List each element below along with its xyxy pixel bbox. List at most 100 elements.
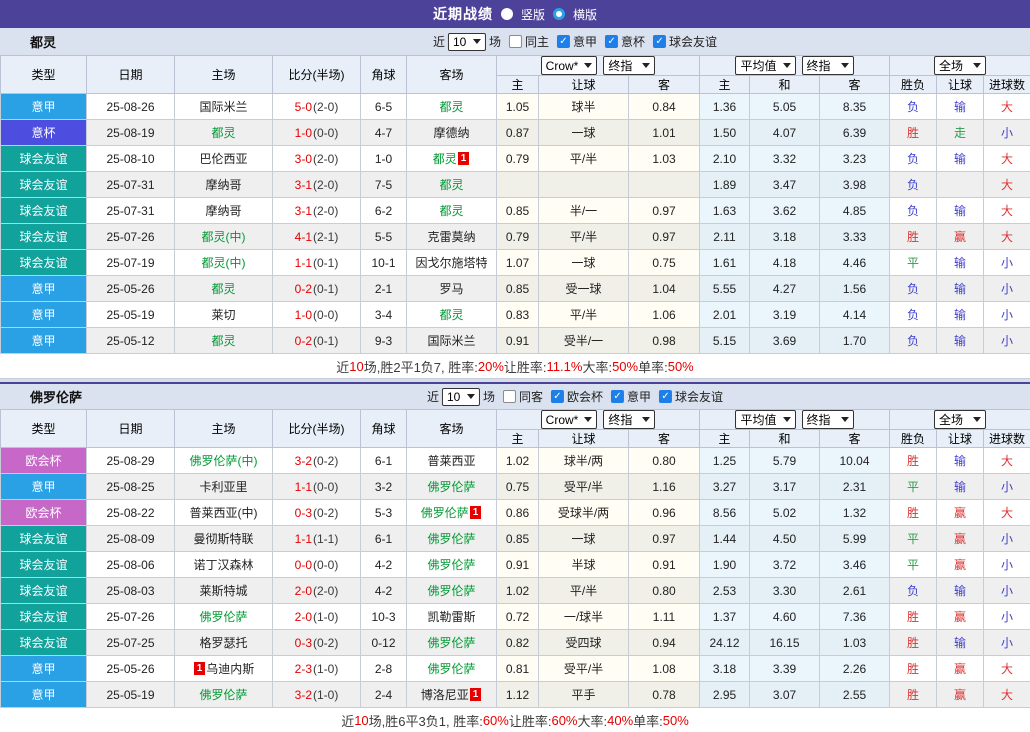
result-outcome: 胜	[890, 448, 937, 474]
away-team: 佛罗伦萨	[407, 526, 497, 552]
bookmaker-select[interactable]: Crow*	[541, 410, 598, 429]
league-filter-checkbox[interactable]	[659, 390, 672, 403]
avg-home-odds: 3.27	[700, 474, 750, 500]
league-filter-label[interactable]: 欧会杯	[567, 388, 603, 405]
fulltime-score: 3-2	[295, 454, 312, 468]
team-name-text: 佛罗伦萨	[427, 478, 475, 495]
match-score: 1-1(1-1)	[273, 526, 361, 552]
corner-score: 4-2	[361, 578, 407, 604]
league-filter-checkbox[interactable]	[605, 35, 618, 48]
layout-radio-vertical-label[interactable]: 竖版	[521, 6, 545, 23]
avg-home-odds: 8.56	[700, 500, 750, 526]
league-filter-checkbox[interactable]	[551, 390, 564, 403]
avg-home-odds: 2.53	[700, 578, 750, 604]
team-name-text: 因戈尔施塔特	[415, 254, 487, 271]
chevron-down-icon	[473, 39, 481, 44]
league-filter-checkbox[interactable]	[557, 35, 570, 48]
league-filter-label[interactable]: 球会友谊	[675, 388, 723, 405]
fulltime-score: 1-0	[295, 126, 312, 140]
match-score: 5-0(2-0)	[273, 94, 361, 120]
league-filter-label[interactable]: 意甲	[573, 33, 597, 50]
home-team: 都灵	[175, 120, 273, 146]
same-venue-checkbox[interactable]	[503, 390, 516, 403]
handicap-home-odds: 0.85	[497, 198, 539, 224]
layout-radio-horizontal-label[interactable]: 横版	[573, 6, 597, 23]
team-name-text: 都灵(中)	[202, 228, 246, 245]
same-venue-label[interactable]: 同客	[519, 388, 543, 405]
average-select[interactable]: 平均值	[735, 56, 795, 75]
avg-home-odds: 5.55	[700, 276, 750, 302]
final-odds-select[interactable]: 终指	[603, 56, 655, 75]
result-handicap: 输	[937, 250, 984, 276]
recent-count-select[interactable]: 10	[448, 33, 486, 51]
league-filter-label[interactable]: 意甲	[627, 388, 651, 405]
handicap-away-odds	[629, 172, 700, 198]
league-type-badge: 意甲	[1, 656, 87, 682]
league-filter-label[interactable]: 意杯	[621, 33, 645, 50]
avg-away-odds: 3.23	[820, 146, 890, 172]
col-header-handicap-res: 让球	[937, 430, 984, 448]
team-name-text: 普莱西亚(中)	[190, 504, 258, 521]
avg-draw-odds: 4.18	[750, 250, 820, 276]
stats-label: 场,胜2平1负7, 胜率:	[364, 357, 478, 376]
avg-draw-odds: 3.17	[750, 474, 820, 500]
result-goals: 大	[984, 448, 1030, 474]
handicap-away-odds: 0.75	[629, 250, 700, 276]
league-filter-checkbox[interactable]	[653, 35, 666, 48]
bookmaker-odds-group: Crow* 终指	[497, 410, 700, 430]
result-outcome: 负	[890, 302, 937, 328]
fulltime-select[interactable]: 全场	[934, 410, 986, 429]
stats-label: 场,胜6平3负1, 胜率:	[369, 711, 483, 730]
handicap-home-odds: 1.05	[497, 94, 539, 120]
layout-radio-horizontal[interactable]	[553, 8, 565, 20]
halftime-score: (2-0)	[313, 178, 338, 192]
away-team: 普莱西亚	[407, 448, 497, 474]
match-date: 25-07-26	[87, 224, 175, 250]
result-outcome: 平	[890, 250, 937, 276]
final-odds-select-2[interactable]: 终指	[802, 56, 854, 75]
match-date: 25-08-19	[87, 120, 175, 146]
fulltime-score: 0-2	[295, 282, 312, 296]
result-handicap: 赢	[937, 682, 984, 708]
home-team: 摩纳哥	[175, 172, 273, 198]
same-venue-checkbox[interactable]	[509, 35, 522, 48]
league-type-badge: 球会友谊	[1, 630, 87, 656]
result-handicap: 输	[937, 448, 984, 474]
result-goals: 小	[984, 552, 1030, 578]
team-results-section: 佛罗伦萨 近 10 场 同客 欧会杯 意甲 球会友谊 类型 日期 主场 比分(半…	[0, 382, 1030, 732]
col-header-away: 客场	[407, 56, 497, 94]
team-name-text: 都灵(中)	[202, 254, 246, 271]
team-name-text: 都灵	[211, 332, 235, 349]
avg-away-odds: 4.85	[820, 198, 890, 224]
average-select[interactable]: 平均值	[735, 410, 795, 429]
avg-away-odds: 3.46	[820, 552, 890, 578]
corner-score: 5-5	[361, 224, 407, 250]
match-score: 1-0(0-0)	[273, 120, 361, 146]
bookmaker-select[interactable]: Crow*	[541, 56, 598, 75]
stats-label: 让胜率:	[504, 357, 547, 376]
league-filter-checkbox[interactable]	[611, 390, 624, 403]
average-select-value: 平均值	[740, 411, 776, 428]
team-name-text: 佛罗伦萨	[199, 608, 247, 625]
average-odds-group: 平均值 终指	[700, 56, 890, 76]
final-odds-select-2[interactable]: 终指	[802, 410, 854, 429]
same-venue-label[interactable]: 同主	[525, 33, 549, 50]
corner-score: 10-1	[361, 250, 407, 276]
league-filter-label[interactable]: 球会友谊	[669, 33, 717, 50]
match-date: 25-08-10	[87, 146, 175, 172]
col-header-handicap-line: 让球	[539, 430, 629, 448]
recent-count-select[interactable]: 10	[442, 388, 480, 406]
final-odds-select[interactable]: 终指	[603, 410, 655, 429]
stats-value: 11.1%	[547, 359, 583, 374]
summary-stats: 近10场,胜2平1负7, 胜率:20% 让胜率:11.1% 大率:50% 单率:…	[0, 354, 1030, 379]
match-score: 4-1(2-1)	[273, 224, 361, 250]
halftime-score: (0-1)	[313, 282, 338, 296]
team-name-text: 佛罗伦萨	[427, 530, 475, 547]
handicap-home-odds: 0.83	[497, 302, 539, 328]
fulltime-select[interactable]: 全场	[934, 56, 986, 75]
away-team: 佛罗伦萨	[407, 656, 497, 682]
result-goals: 小	[984, 604, 1030, 630]
corner-score: 6-5	[361, 94, 407, 120]
corner-score: 7-5	[361, 172, 407, 198]
layout-radio-vertical[interactable]	[501, 8, 513, 20]
